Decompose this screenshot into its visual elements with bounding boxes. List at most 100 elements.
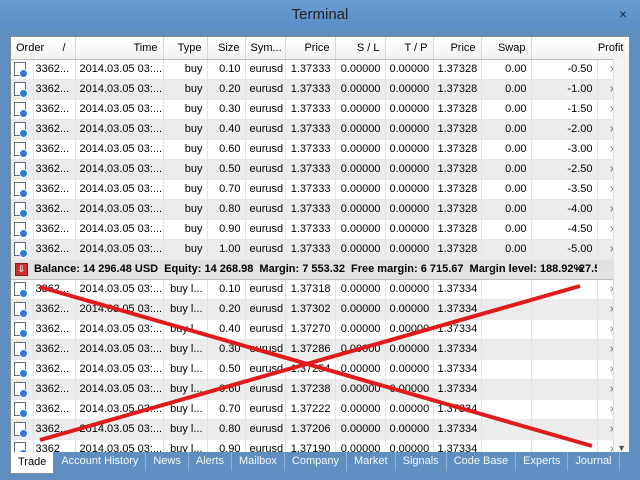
order-type: buy: [163, 219, 208, 240]
trade-row[interactable]: 3362... 2014.03.05 03:... buy 0.80 eurusd 1.3…: [11, 199, 629, 220]
tab-mailbox[interactable]: Mailbox: [232, 452, 285, 471]
pending-order-row[interactable]: 3362... 2014.03.05 03:... buy l... 0.60 euru…: [11, 379, 629, 400]
order-stop-loss: 0.00000: [335, 299, 386, 320]
pending-order-row[interactable]: 3362... 2014.03.05 03:... buy l... 0.80 euru…: [11, 419, 629, 440]
tab-trade[interactable]: Trade: [10, 452, 55, 474]
order-size: 0.80: [207, 199, 246, 220]
order-id: 3362...: [33, 199, 76, 220]
trade-row[interactable]: 3362... 2014.03.05 03:... buy 0.90 eurusd 1.3…: [11, 219, 629, 240]
order-type: buy l...: [163, 299, 208, 320]
col-profit[interactable]: Profit: [531, 37, 629, 60]
order-id: 3362...: [33, 179, 76, 200]
col-price[interactable]: Price: [433, 37, 482, 60]
trade-row[interactable]: 3362... 2014.03.05 03:... buy 0.40 eurusd 1.3…: [11, 119, 629, 140]
order-type: buy l...: [163, 319, 208, 340]
order-symbol: eurusd: [245, 99, 286, 120]
trade-row[interactable]: 3362... 2014.03.05 03:... buy 0.10 eurusd 1.3…: [11, 59, 629, 80]
order-size: 0.70: [207, 399, 246, 420]
order-document-icon: [14, 422, 28, 438]
order-document-icon: [14, 322, 28, 338]
pending-order-row[interactable]: 3362... 2014.03.05 03:... buy l... 0.30 euru…: [11, 339, 629, 360]
pending-order-row[interactable]: 3362... 2014.03.05 03:... buy l... 0.40 euru…: [11, 319, 629, 340]
order-time: 2014.03.05 03:...: [75, 419, 164, 440]
trade-panel: Order / Time Type Size Sym... Price S / …: [10, 36, 630, 454]
order-stop-loss: 0.00000: [335, 279, 386, 300]
order-swap: [481, 379, 532, 400]
order-type: buy: [163, 79, 208, 100]
order-price: 1.37328: [433, 239, 482, 260]
order-symbol: eurusd: [245, 399, 286, 420]
tab-account-history[interactable]: Account History: [54, 452, 147, 471]
order-document-icon: [14, 182, 28, 198]
order-swap: [481, 359, 532, 380]
tab-journal[interactable]: Journal: [568, 452, 620, 471]
order-size: 0.20: [207, 299, 246, 320]
summary-margin-level: Margin level: 188.92%: [469, 262, 584, 275]
order-icon-cell: [11, 399, 34, 420]
order-time: 2014.03.05 03:...: [75, 379, 164, 400]
order-price: 1.37328: [433, 219, 482, 240]
trade-row[interactable]: 3362... 2014.03.05 03:... buy 0.60 eurusd 1.3…: [11, 139, 629, 160]
trade-row[interactable]: 3362... 2014.03.05 03:... buy 0.20 eurusd 1.3…: [11, 79, 629, 100]
order-id: 3362...: [33, 319, 76, 340]
tab-news[interactable]: News: [146, 452, 189, 471]
trade-row[interactable]: 3362... 2014.03.05 03:... buy 0.50 eurusd 1.3…: [11, 159, 629, 180]
order-swap: [481, 279, 532, 300]
pending-order-row[interactable]: 3362... 2014.03.05 03:... buy l... 0.10 euru…: [11, 279, 629, 300]
col-symbol[interactable]: Sym...: [245, 37, 286, 60]
tab-signals[interactable]: Signals: [396, 452, 447, 471]
order-profit: -0.50: [531, 59, 598, 80]
order-price: 1.37328: [433, 99, 482, 120]
pending-order-row[interactable]: 3362... 2014.03.05 03:... buy l... 0.20 euru…: [11, 299, 629, 320]
order-time: 2014.03.05 03:...: [75, 319, 164, 340]
order-open-price: 1.37238: [285, 379, 336, 400]
tab-experts[interactable]: Experts: [516, 452, 569, 471]
vertical-scrollbar[interactable]: ▼: [613, 59, 629, 453]
balance-icon: ⇩: [15, 262, 28, 276]
order-icon-cell: [11, 299, 34, 320]
order-open-price: 1.37270: [285, 319, 336, 340]
order-document-icon: [14, 202, 28, 218]
col-type[interactable]: Type: [163, 37, 208, 60]
pending-order-row[interactable]: 3362... 2014.03.05 03:... buy l... 0.70 euru…: [11, 399, 629, 420]
order-take-profit: 0.00000: [385, 279, 434, 300]
order-take-profit: 0.00000: [385, 99, 434, 120]
col-open-price[interactable]: Price: [285, 37, 336, 60]
order-type: buy: [163, 99, 208, 120]
order-icon-cell: [11, 59, 34, 80]
order-profit: -4.50: [531, 219, 598, 240]
order-take-profit: 0.00000: [385, 399, 434, 420]
order-symbol: eurusd: [245, 59, 286, 80]
order-price: 1.37334: [433, 399, 482, 420]
col-stop-loss[interactable]: S / L: [335, 37, 386, 60]
tab-alerts[interactable]: Alerts: [189, 452, 232, 471]
trade-row[interactable]: 3362... 2014.03.05 03:... buy 0.70 eurusd 1.3…: [11, 179, 629, 200]
order-swap: 0.00: [481, 79, 532, 100]
order-icon-cell: [11, 199, 34, 220]
pending-order-row[interactable]: 3362... 2014.03.05 03:... buy l... 0.50 euru…: [11, 359, 629, 380]
tab-code-base[interactable]: Code Base: [447, 452, 517, 471]
col-take-profit[interactable]: T / P: [385, 37, 434, 60]
col-time[interactable]: Time: [75, 37, 164, 60]
col-swap[interactable]: Swap: [481, 37, 532, 60]
order-id: 3362...: [33, 379, 76, 400]
trade-row[interactable]: 3362... 2014.03.05 03:... buy 1.00 eurusd 1.3…: [11, 239, 629, 260]
trade-row[interactable]: 3362... 2014.03.05 03:... buy 0.30 eurusd 1.3…: [11, 99, 629, 120]
order-type: buy: [163, 139, 208, 160]
order-take-profit: 0.00000: [385, 359, 434, 380]
tab-company[interactable]: Company: [285, 452, 347, 471]
order-open-price: 1.37286: [285, 339, 336, 360]
col-order[interactable]: Order /: [11, 37, 76, 60]
order-price: 1.37334: [433, 379, 482, 400]
order-profit: [531, 359, 598, 380]
order-take-profit: 0.00000: [385, 379, 434, 400]
title-bar: Terminal ×: [0, 0, 640, 30]
order-stop-loss: 0.00000: [335, 379, 386, 400]
close-window-icon[interactable]: ×: [614, 5, 632, 23]
order-symbol: eurusd: [245, 379, 286, 400]
order-take-profit: 0.00000: [385, 59, 434, 80]
order-symbol: eurusd: [245, 319, 286, 340]
tab-market[interactable]: Market: [347, 452, 396, 471]
col-size[interactable]: Size: [207, 37, 246, 60]
order-icon-cell: [11, 179, 34, 200]
